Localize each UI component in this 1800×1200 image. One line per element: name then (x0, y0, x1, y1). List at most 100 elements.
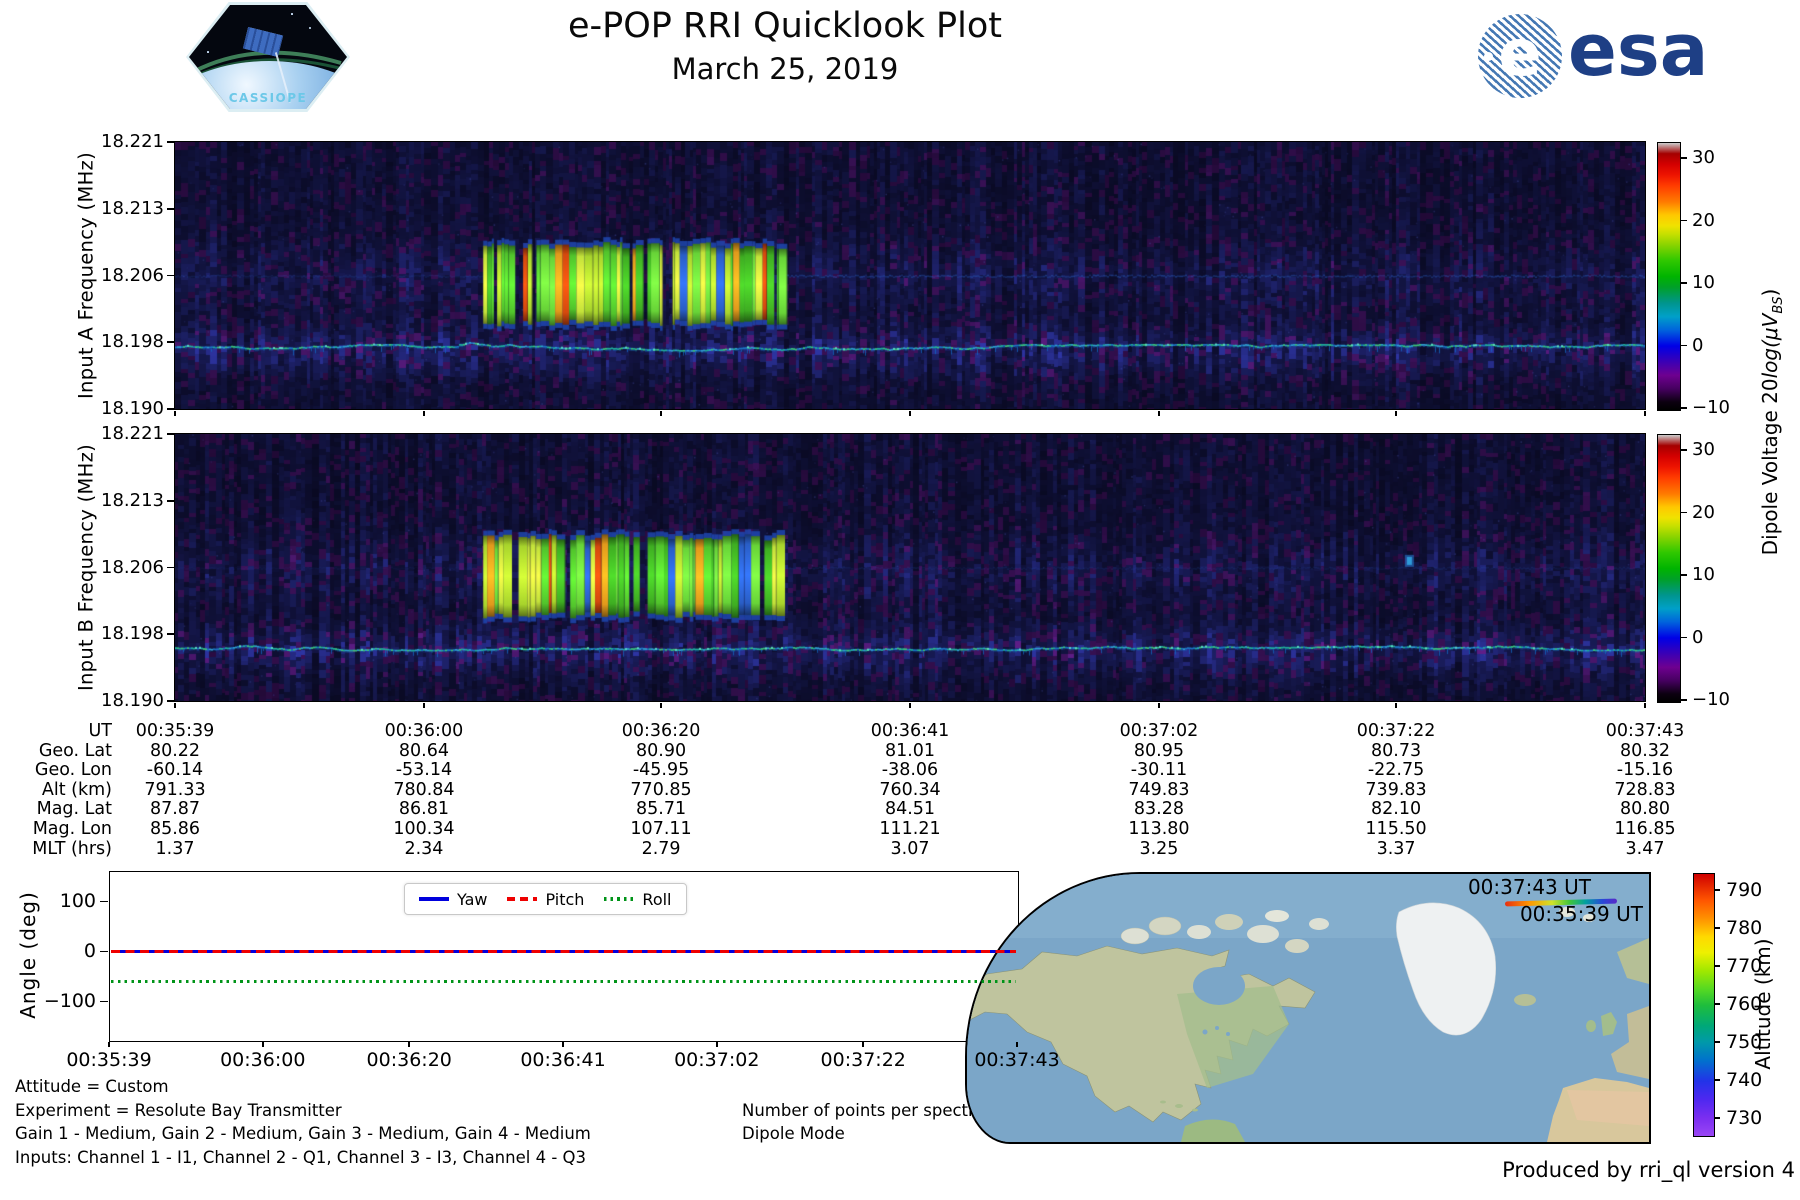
time-tick-mark (174, 702, 176, 708)
dipole-colorbar-label: Dipole Voltage 20log(μVBS) (1758, 288, 1786, 556)
dipole-colorbar-a (1657, 142, 1681, 411)
dipole-colorbar-tick-label: 10 (1692, 564, 1715, 585)
ephemeris-cell: 3.47 (1625, 838, 1665, 859)
esa-wordmark: esa (1568, 8, 1709, 92)
angle-xtick-label: 00:36:00 (220, 1049, 306, 1071)
angle-xtick-mark (562, 1041, 564, 1047)
altitude-tick-mark (1714, 889, 1720, 891)
ephemeris-cell: -53.14 (395, 760, 453, 781)
ephemeris-cell: 749.83 (1128, 779, 1190, 800)
angle-ytick-label: 0 (83, 939, 96, 962)
dipole-colorbar-tick-label: 30 (1692, 147, 1715, 168)
altitude-tick-mark (1714, 1041, 1720, 1043)
freq-tick-label: 18.213 (101, 197, 164, 219)
ephemeris-cell: 780.84 (393, 779, 455, 800)
ephemeris-cell: -45.95 (632, 760, 690, 781)
annotation-gains: Gain 1 - Medium, Gain 2 - Medium, Gain 3… (15, 1124, 591, 1143)
pitch-line-sample (507, 897, 538, 901)
altitude-tick-label: 760 (1726, 993, 1763, 1015)
angle-xtick-mark (1016, 1041, 1018, 1047)
ephemeris-cell: 80.80 (1619, 799, 1671, 820)
angle-ytick-label: −100 (43, 989, 96, 1012)
dipole-colorbar-tick-mark (1680, 574, 1687, 576)
ephemeris-cell: 00:37:22 (1356, 721, 1436, 741)
cassiope-patch-art: CASSIOPE (189, 5, 347, 109)
attitude-legend: Yaw Pitch Roll (404, 883, 687, 915)
freq-tick-mark (167, 207, 175, 210)
ephemeris-cell: 116.85 (1614, 819, 1676, 839)
ephemeris-cell: -60.14 (146, 760, 204, 781)
spectrogram-b-canvas (174, 433, 1645, 701)
ephemeris-cell: -38.06 (881, 760, 939, 781)
dipole-colorbar-tick-label: 20 (1692, 501, 1715, 523)
ephemeris-cell: 760.34 (879, 779, 941, 800)
altitude-tick-label: 740 (1726, 1069, 1763, 1091)
freq-tick-label: 18.198 (101, 331, 164, 353)
dipole-colorbar-tick-label: 30 (1692, 439, 1715, 460)
ephemeris-cell: 83.28 (1133, 799, 1184, 820)
ephemeris-cell: 115.50 (1365, 819, 1427, 839)
altitude-tick-label: 730 (1726, 1107, 1763, 1129)
altitude-tick-label: 770 (1726, 955, 1763, 977)
ephemeris-cell: 00:35:39 (135, 721, 215, 741)
angle-xtick-label: 00:35:39 (66, 1049, 152, 1071)
freq-tick-label: 18.198 (101, 623, 164, 645)
angle-xtick-mark (108, 1041, 110, 1047)
freq-tick-label: 18.190 (101, 398, 164, 419)
angle-xtick-mark (261, 1041, 264, 1047)
ephemeris-cell: 80.90 (635, 740, 687, 761)
time-tick-mark (1158, 702, 1160, 708)
freq-tick-label: 18.213 (101, 489, 164, 511)
ephemeris-cell: 00:37:43 (1605, 721, 1685, 741)
ephemeris-cell: 80.32 (1619, 740, 1671, 761)
freq-tick-mark (167, 341, 175, 344)
ephemeris-cell: 86.81 (398, 799, 449, 820)
credit-line: Produced by rri_ql version 4 (1502, 1158, 1795, 1182)
legend-item-roll: Roll (604, 890, 672, 909)
annotation-inputs: Inputs: Channel 1 - I1, Channel 2 - Q1, … (15, 1148, 586, 1167)
cassiope-mission-patch: CASSIOPE (186, 2, 350, 112)
time-tick-mark (423, 410, 425, 416)
altitude-tick-mark (1714, 1079, 1720, 1081)
angle-xtick-mark (715, 1041, 718, 1047)
ephemeris-cell: 2.34 (404, 838, 444, 859)
time-tick-mark (1644, 702, 1646, 708)
freq-tick-mark (167, 566, 175, 569)
annotation-dipole-mode: Dipole Mode (742, 1124, 845, 1143)
dipole-colorbar-tick-mark (1680, 636, 1687, 639)
freq-tick-label: 18.221 (101, 131, 164, 152)
cassiope-label: CASSIOPE (228, 91, 308, 105)
angle-xtick-label: 00:36:20 (366, 1049, 452, 1071)
ephemeris-cell: 791.33 (144, 779, 206, 800)
dipole-colorbar-tick-label: 0 (1692, 626, 1704, 648)
time-tick-mark (1395, 410, 1397, 416)
time-tick-mark (1395, 702, 1397, 708)
ephemeris-cell: 82.10 (1370, 799, 1422, 820)
ephemeris-cell: 85.86 (149, 819, 201, 839)
angle-xtick-label: 00:37:22 (820, 1049, 906, 1071)
ephemeris-cell: 80.95 (1133, 740, 1184, 761)
altitude-colorbar (1693, 873, 1715, 1137)
ephemeris-cell: 100.34 (393, 819, 455, 839)
angle-ytick-mark (100, 900, 108, 903)
ephemeris-cell: -30.11 (1130, 760, 1188, 781)
annotation-attitude: Attitude = Custom (15, 1077, 169, 1096)
spectrogram-input-b (173, 432, 1646, 702)
ephemeris-cell: 00:36:41 (870, 721, 950, 741)
time-tick-mark (1644, 410, 1646, 416)
time-tick-mark (174, 410, 176, 416)
dipole-colorbar-tick-mark (1680, 449, 1687, 451)
time-tick-mark (423, 702, 425, 708)
time-tick-mark (909, 410, 911, 416)
ephemeris-cell: -15.16 (1616, 760, 1674, 781)
altitude-tick-label: 780 (1726, 917, 1763, 939)
ground-track-map: 00:37:43 UT 00:35:39 UT (965, 872, 1651, 1144)
dipole-colorbar-tick-label: 10 (1692, 272, 1715, 293)
legend-item-yaw: Yaw (419, 890, 487, 909)
trajectory-end-label: 00:37:43 UT (1467, 875, 1591, 899)
plot-date: March 25, 2019 (671, 52, 899, 86)
ephemeris-cell: -22.75 (1367, 760, 1425, 781)
dipole-colorbar-tick-label: −10 (1692, 397, 1730, 418)
angle-xtick-label: 00:36:41 (520, 1049, 606, 1071)
altitude-tick-label: 790 (1726, 879, 1763, 901)
